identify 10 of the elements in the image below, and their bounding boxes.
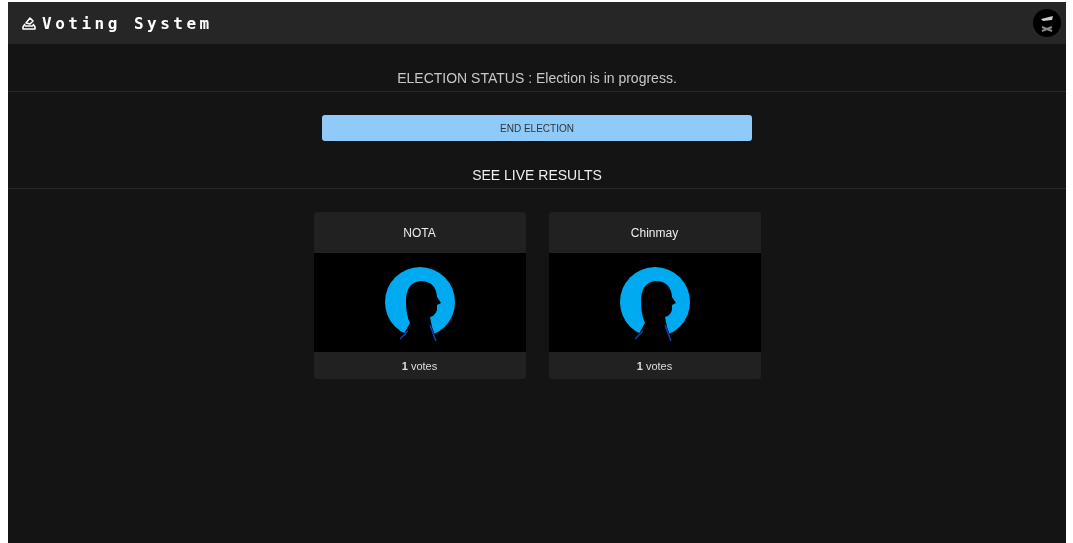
candidate-name: NOTA	[402, 224, 437, 242]
live-results-heading: SEE LIVE RESULTS	[472, 167, 602, 185]
avatar-icon[interactable]	[1033, 9, 1061, 37]
election-status: ELECTION STATUS : Election is in progress.	[397, 70, 677, 88]
candidate-name: Chinmay	[629, 224, 680, 242]
vote-count: 1 votes	[400, 358, 439, 374]
end-election-button[interactable]: END ELECTION	[322, 115, 752, 141]
vote-count: 1 votes	[635, 358, 674, 374]
app-title: Voting System	[42, 13, 213, 33]
ballot-box-icon	[22, 16, 36, 30]
